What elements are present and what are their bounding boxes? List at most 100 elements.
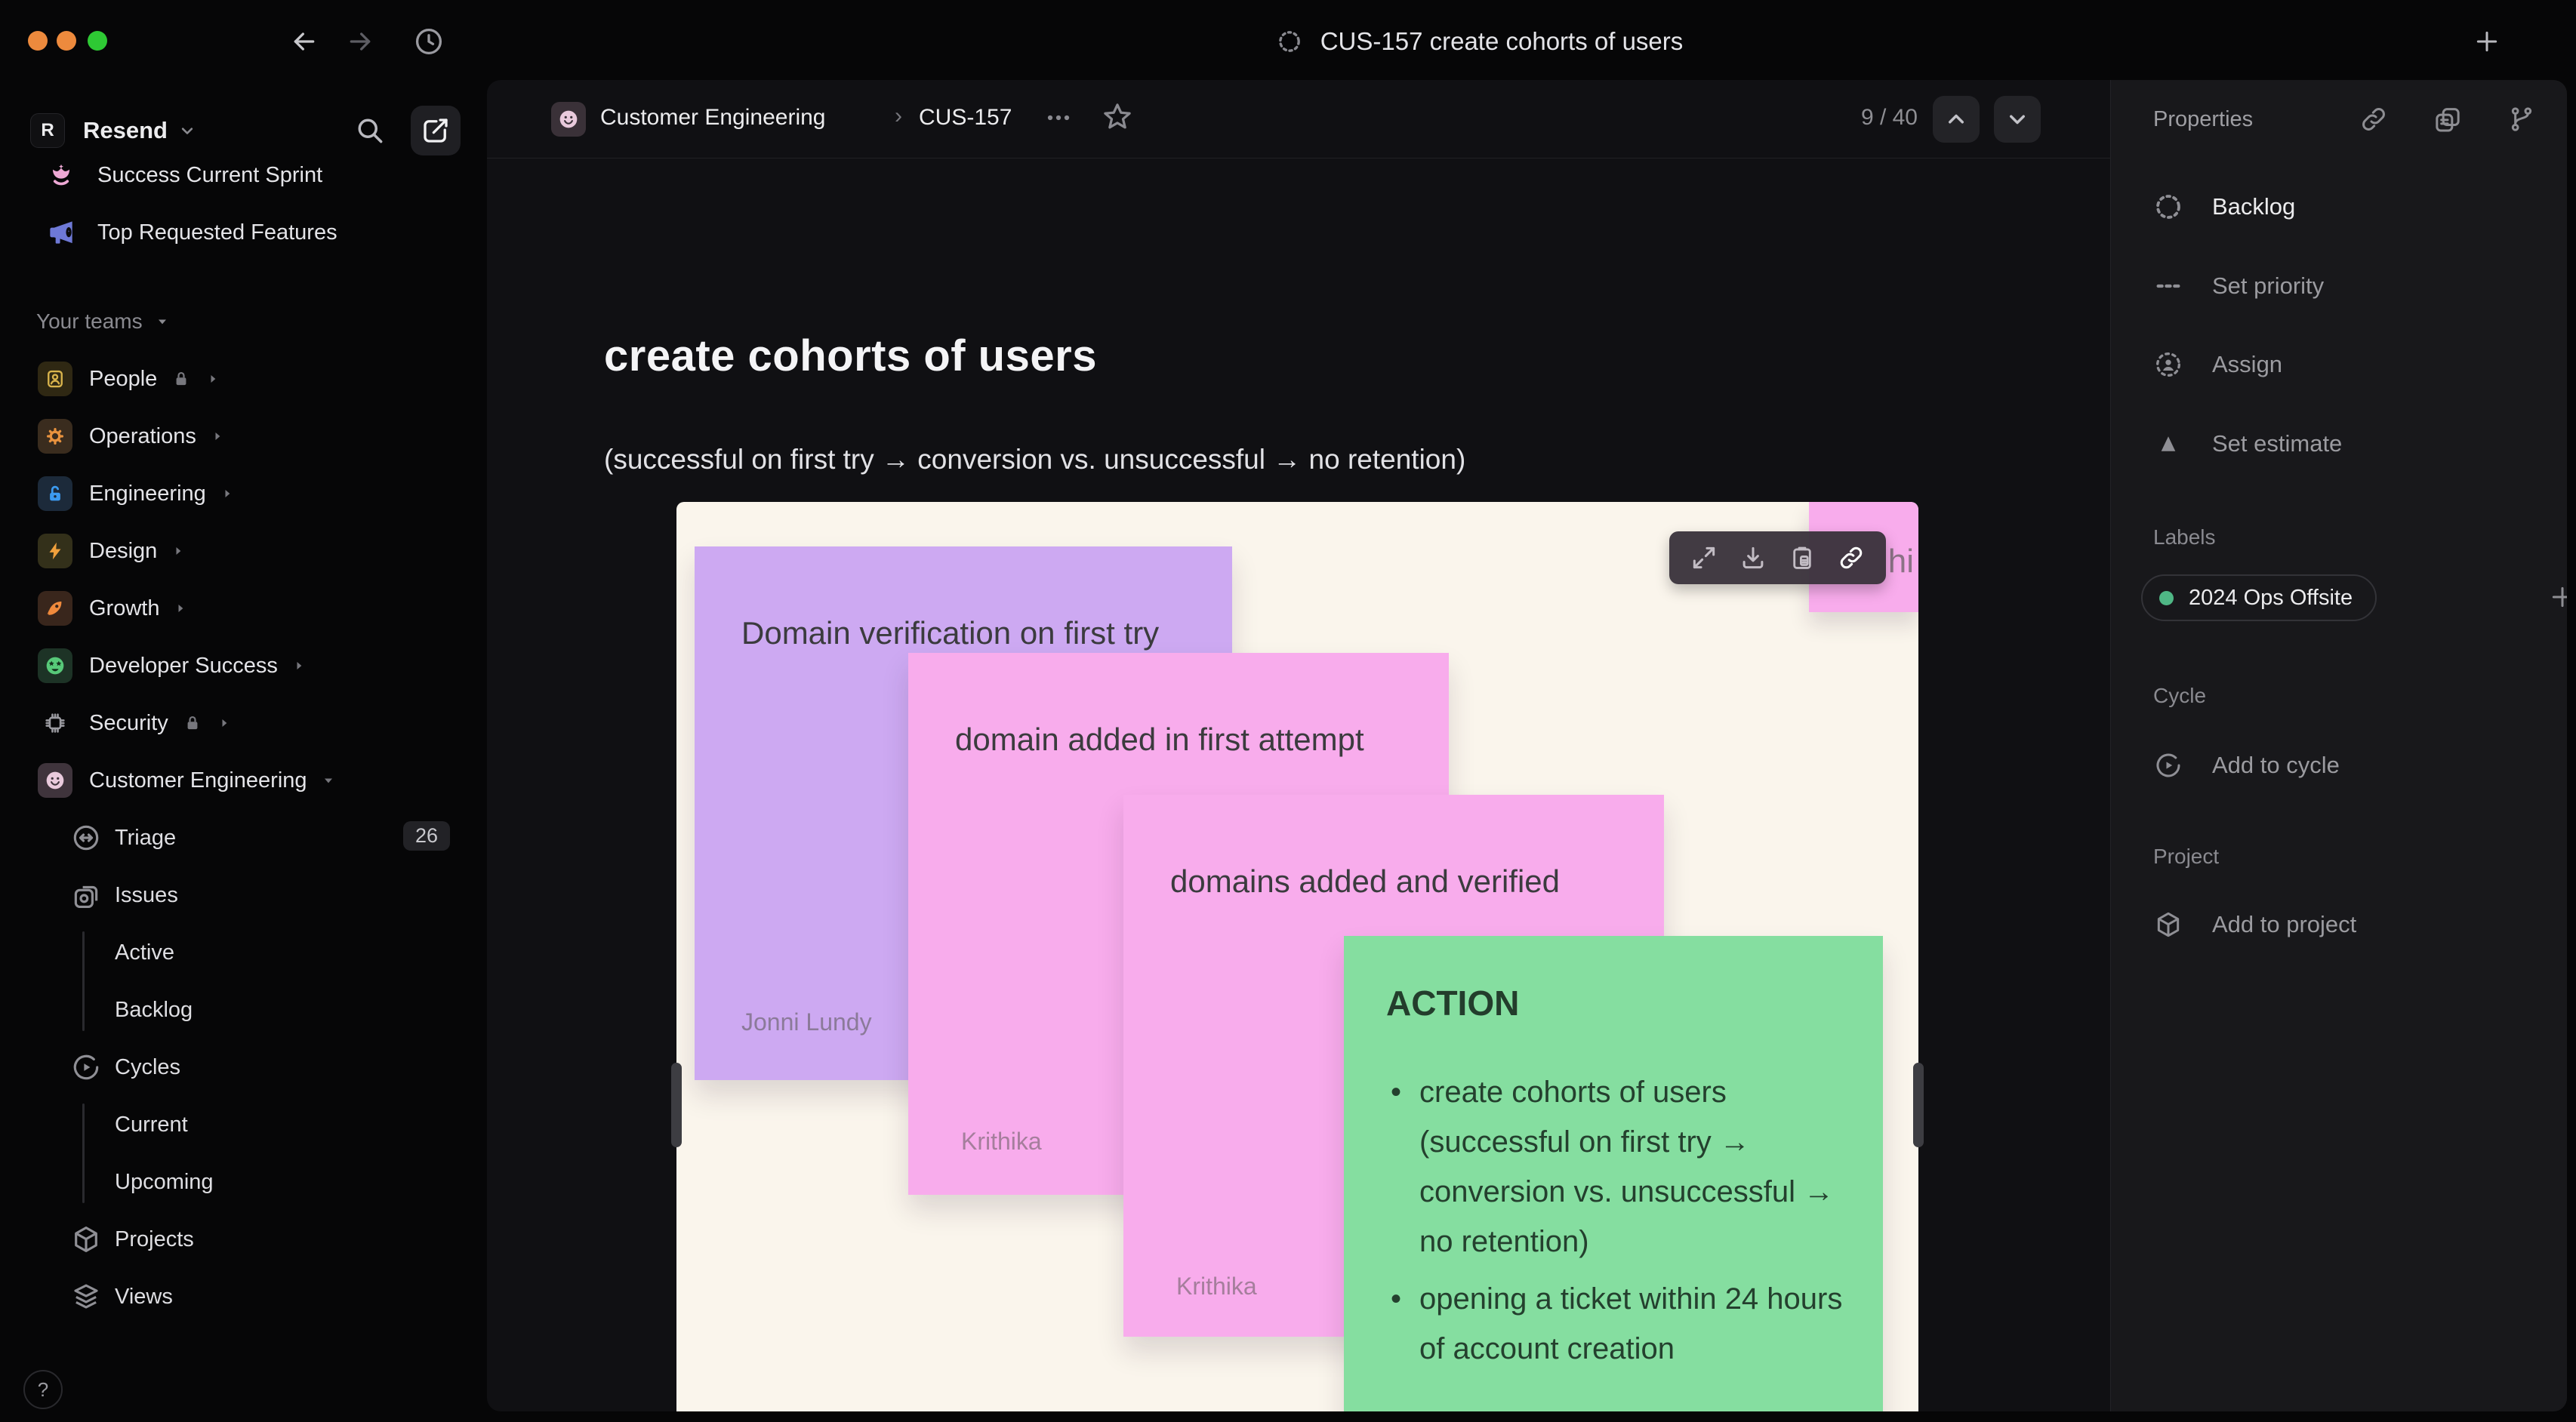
add-to-cycle-row[interactable]: Add to cycle [2153, 748, 2340, 783]
download-icon[interactable] [1739, 543, 1767, 572]
sidebar-team-design[interactable]: Design [0, 522, 483, 580]
issue-subtitle[interactable]: (successful on first try → conversion vs… [604, 444, 1465, 476]
copy-id-icon[interactable] [2433, 104, 2463, 134]
sidebar-item-issues[interactable]: Issues [0, 866, 483, 924]
sidebar-team-operations[interactable]: Operations [0, 408, 483, 465]
sidebar-item-current[interactable]: Current [0, 1096, 483, 1153]
caret-right-icon [210, 429, 225, 444]
sidebar-item-upcoming[interactable]: Upcoming [0, 1153, 483, 1211]
issue-content: create cohorts of users (successful on f… [487, 159, 2110, 1411]
back-button[interactable] [286, 23, 322, 60]
copy-link-icon[interactable] [2359, 104, 2389, 134]
action-heading: ACTION [1386, 983, 1520, 1023]
git-branch-icon[interactable] [2507, 104, 2537, 134]
properties-header: Properties [2153, 106, 2254, 131]
add-to-project-row[interactable]: Add to project [2153, 907, 2356, 942]
sidebar-item-top-requested-features[interactable]: Top Requested Features [0, 204, 483, 261]
help-button[interactable]: ? [23, 1370, 63, 1409]
assignee-row[interactable]: Assign [2153, 347, 2282, 382]
expand-icon[interactable] [1690, 543, 1718, 572]
status-row[interactable]: Backlog [2153, 189, 2295, 224]
breadcrumb-team[interactable]: Customer Engineering [600, 105, 826, 131]
question-mark-icon: ? [37, 1377, 49, 1401]
whiteboard-image[interactable]: Domain verification on first try Jonni L… [676, 502, 1918, 1411]
sidebar-item-label: Success Current Sprint [97, 162, 323, 187]
more-options-icon[interactable] [1042, 101, 1075, 134]
sidebar-team-growth[interactable]: Growth [0, 580, 483, 637]
sidebar-item-label: Current [115, 1112, 188, 1137]
workspace-logo: R [30, 113, 65, 148]
team-label: Engineering [89, 481, 206, 506]
main-card: Customer Engineering › CUS-157 9 / 40 cr… [487, 80, 2567, 1411]
megaphone-icon [45, 216, 78, 249]
estimate-row[interactable]: Set estimate [2153, 426, 2342, 461]
forward-button[interactable] [342, 23, 378, 60]
priority-row[interactable]: Set priority [2153, 269, 2324, 303]
zoom-window-button[interactable] [88, 31, 107, 51]
sidebar: R Resend Success Current Sprint Top Requ… [0, 83, 483, 1422]
image-resize-handle-right[interactable] [1913, 1063, 1924, 1147]
cycle-play-icon [2153, 750, 2183, 780]
sidebar-team-security[interactable]: Security [0, 694, 483, 752]
close-window-button[interactable] [28, 31, 48, 51]
sidebar-team-customer-engineering[interactable]: Customer Engineering [0, 752, 483, 809]
estimate-value: Set estimate [2212, 430, 2343, 457]
sticky-note-green-action: ACTION create cohorts of users (successf… [1344, 936, 1883, 1411]
sidebar-item-triage[interactable]: Triage 26 [0, 809, 483, 866]
sprint-flower-icon [45, 159, 78, 192]
sidebar-team-engineering[interactable]: Engineering [0, 465, 483, 522]
sidebar-item-cycles[interactable]: Cycles [0, 1039, 483, 1096]
search-button[interactable] [349, 109, 391, 152]
properties-panel: Properties Backlog Set priority Assign S… [2110, 80, 2567, 1411]
your-teams-header[interactable]: Your teams [0, 293, 483, 350]
sidebar-team-developer-success[interactable]: Developer Success [0, 637, 483, 694]
issues-subgroup: Active Backlog [0, 924, 483, 1039]
triage-count-badge: 26 [402, 821, 450, 851]
people-badge-icon [38, 362, 72, 396]
next-issue-button[interactable] [1994, 96, 2041, 143]
workspace-name: Resend [83, 117, 168, 143]
sidebar-item-views[interactable]: Views [0, 1268, 483, 1325]
minimize-window-button[interactable] [57, 31, 76, 51]
favorite-star-icon[interactable] [1100, 100, 1135, 134]
sidebar-item-label: Backlog [115, 997, 193, 1022]
search-icon [353, 114, 387, 147]
sidebar-team-people[interactable]: People [0, 350, 483, 408]
new-tab-plus-button[interactable] [2467, 22, 2507, 61]
sidebar-item-projects[interactable]: Projects [0, 1211, 483, 1268]
history-clock-icon[interactable] [411, 23, 447, 60]
sidebar-item-label: Upcoming [115, 1169, 214, 1194]
sidebar-item-backlog[interactable]: Backlog [0, 981, 483, 1039]
image-resize-handle-left[interactable] [671, 1063, 682, 1147]
layers-icon [70, 1281, 102, 1313]
sticky-note-partial-text: hi [1887, 543, 1914, 580]
add-label-plus-icon[interactable] [2547, 582, 2567, 612]
action-bullet: opening a ticket within 24 hours of acco… [1386, 1274, 1845, 1374]
copy-link-icon[interactable] [1837, 543, 1866, 572]
previous-issue-button[interactable] [1933, 96, 1980, 143]
window-title-text: CUS-157 create cohorts of users [1320, 27, 1684, 55]
cycle-header: Cycle [2153, 684, 2207, 707]
copy-image-icon[interactable] [1788, 543, 1816, 572]
sidebar-item-success-current-sprint[interactable]: Success Current Sprint [0, 146, 483, 204]
sidebar-item-active[interactable]: Active [0, 924, 483, 981]
backlog-status-icon [2153, 192, 2183, 222]
issues-icon [70, 879, 102, 911]
label-color-dot [2159, 590, 2174, 605]
label-pill[interactable]: 2024 Ops Offsite [2141, 574, 2377, 621]
issue-title[interactable]: create cohorts of users [604, 331, 1097, 381]
smiley-icon [38, 763, 72, 798]
breadcrumb-issue-id[interactable]: CUS-157 [919, 105, 1012, 131]
add-to-project-label: Add to project [2212, 911, 2357, 937]
sidebar-item-label: Views [115, 1284, 173, 1309]
sidebar-item-label: Top Requested Features [97, 220, 337, 245]
sidebar-item-label: Issues [115, 882, 178, 907]
your-teams-label: Your teams [36, 309, 143, 333]
sidebar-item-label: Projects [115, 1227, 194, 1251]
sticky-note-author: Krithika [961, 1128, 1042, 1155]
team-label: Customer Engineering [89, 768, 307, 793]
project-header: Project [2153, 845, 2220, 868]
team-label: Operations [89, 423, 196, 448]
add-to-cycle-label: Add to cycle [2212, 752, 2340, 778]
sticky-note-text: domain added in first attempt [955, 722, 1364, 757]
